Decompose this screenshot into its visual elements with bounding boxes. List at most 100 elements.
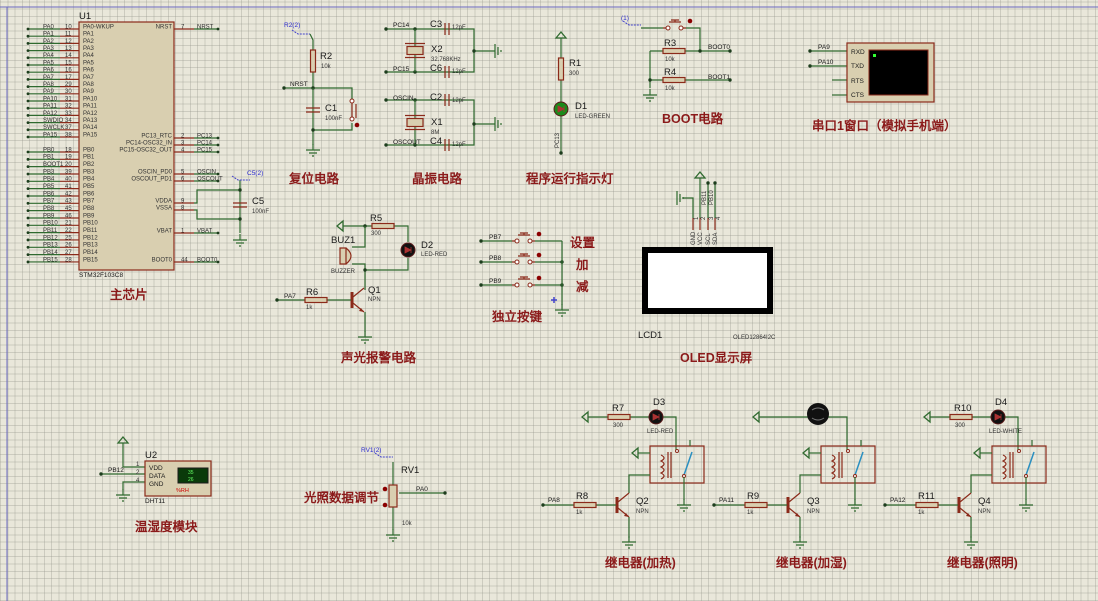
- net-pb7: PB7: [489, 234, 502, 241]
- pin-net-label: PB7: [43, 199, 55, 205]
- x2-value: 32.768KHz: [431, 57, 461, 63]
- mcu-u1[interactable]: U1 STM32F103C8 PA0 10 PA0-WKUPPA1 11 PA1PA2 1…: [26, 11, 270, 279]
- c6-ref: C6: [430, 63, 442, 74]
- junction-dot: [713, 181, 717, 185]
- relay-q-ref: Q4: [978, 496, 991, 507]
- relay-r-base-ref: R9: [747, 491, 759, 502]
- serial-title: 串口1窗口（模拟手机端）: [812, 118, 956, 133]
- pin-end-dot: [26, 70, 30, 74]
- resistor: [371, 222, 395, 230]
- relay-q-value: NPN: [978, 509, 991, 515]
- pin-end-dot: [26, 260, 30, 264]
- terminal-screen: [868, 49, 929, 96]
- r3-ref: R3: [664, 38, 676, 49]
- junction-dot: [883, 503, 887, 507]
- pin-end-dot: [26, 128, 30, 132]
- c5-probe: C5(2): [247, 170, 263, 177]
- pin-end-dot: [26, 114, 30, 117]
- pin-number: 13: [65, 46, 72, 52]
- junction-dot: [541, 503, 545, 507]
- mcu-part: STM32F103C8: [79, 272, 123, 279]
- pin-name: PB0: [83, 147, 95, 153]
- pin-number: 34: [65, 118, 72, 124]
- net-oscout: OSCOUT: [393, 139, 421, 146]
- pin-number: 16: [65, 68, 72, 74]
- pin-net-label: PA7: [43, 75, 55, 81]
- relay-r-base-ref: R11: [918, 491, 935, 502]
- ground-icon: [676, 191, 684, 205]
- pin-end-dot: [26, 231, 30, 235]
- light-title: 光照数据调节: [303, 490, 380, 505]
- wire: [628, 474, 650, 493]
- r3-value: 10k: [665, 57, 676, 63]
- pin-net-label: SWCLK: [43, 125, 64, 131]
- pin-number: 14: [65, 53, 72, 59]
- pin-end-dot: [26, 78, 30, 81]
- pin-net-label: PB4: [43, 177, 55, 183]
- pin-end-dot: [216, 136, 220, 140]
- wire: [970, 474, 992, 493]
- pin-number: 30: [65, 89, 72, 95]
- mcu-ref: U1: [79, 11, 91, 22]
- net-pa10: PA10: [818, 59, 834, 66]
- ground-icon: [793, 541, 807, 549]
- pin-net-label: PA0: [43, 24, 55, 30]
- oled-net-label: PB11: [702, 190, 708, 205]
- net-pa0: PA0: [416, 486, 428, 493]
- pin-net-label: PC13: [197, 133, 213, 139]
- relay-r-top-value: 300: [613, 423, 624, 429]
- serial-terminal[interactable]: PA9 PA10 RXD TXD RTS CTS 串口1窗口（模拟手机端）: [812, 42, 956, 133]
- power-arrow-icon: [751, 410, 760, 424]
- oled-screen: [648, 253, 767, 308]
- fan-motor-icon: [807, 403, 829, 425]
- relay-load-value: LED-WHITE: [989, 429, 1022, 435]
- ground-icon: [116, 494, 130, 502]
- pin-name: PC15-OSC32_OUT: [119, 147, 172, 153]
- oled-display[interactable]: GND 1 VCC 2 SCL 3 SDA 4 PB11 PB10 LCD1 OLED12864I…: [638, 190, 776, 365]
- pin-net-label: PA1: [43, 32, 55, 38]
- pin-net-label: PA11: [43, 104, 57, 110]
- schematic-canvas[interactable]: U1 STM32F103C8 PA0 10 PA0-WKUPPA1 11 PA1PA2 1…: [0, 0, 1098, 601]
- pin-name: PB5: [83, 184, 95, 190]
- pin-name: PB6: [83, 191, 95, 197]
- dht11-unit: %RH: [176, 488, 189, 494]
- d2-value: LED-RED: [421, 252, 448, 258]
- light-pot: RV1(2) RV1 10k PA0 光照数据调节: [303, 447, 428, 527]
- r2-ref: R2: [320, 51, 332, 62]
- pin-data: DATA: [149, 473, 166, 480]
- pin-name: PB8: [83, 206, 95, 212]
- pin-net-label: PB11: [43, 228, 58, 234]
- pin-name: OSCIN_PD0: [138, 169, 173, 175]
- pin-net-label: BOOT0: [197, 257, 218, 263]
- pin-number: 19: [65, 155, 72, 161]
- pin-end-dot: [26, 85, 30, 88]
- pin-name: NRST: [156, 24, 173, 30]
- c5-ref: C5: [252, 196, 264, 207]
- resistor: [309, 49, 317, 73]
- transistor-leads: [617, 492, 630, 518]
- net-pc15: PC15: [393, 66, 410, 73]
- x2-ref: X2: [431, 44, 443, 55]
- boot-circuit: (1) R3 10k R4 10k BOOT0 BOOT1 BOOT电路: [621, 15, 730, 126]
- relay-switch: [683, 451, 693, 476]
- pin-end-dot: [26, 209, 30, 213]
- pin-number: 31: [65, 96, 72, 102]
- crystal-icon: [406, 117, 424, 128]
- pin-number: 29: [65, 82, 72, 88]
- pin-num: 4: [136, 478, 140, 484]
- u2-ref: U2: [145, 450, 157, 461]
- oled-title: OLED显示屏: [680, 351, 753, 365]
- contact: [678, 25, 684, 31]
- pin-net-label: PA3: [43, 46, 55, 52]
- pin-name: PB9: [83, 213, 95, 219]
- reset-title: 复位电路: [288, 171, 340, 186]
- probe-icon: [291, 29, 310, 35]
- indicator-circuit: R1 300 D1 LED-GREEN PC13 程序运行指示灯: [526, 58, 614, 186]
- pin-end-dot: [26, 187, 30, 191]
- wire: [759, 416, 848, 450]
- wire: [194, 189, 240, 204]
- pin-number: 10: [65, 24, 72, 30]
- mcu-title: 主芯片: [110, 287, 148, 302]
- pin-name: PA10: [83, 96, 98, 102]
- key-label-set: 设置: [570, 235, 596, 250]
